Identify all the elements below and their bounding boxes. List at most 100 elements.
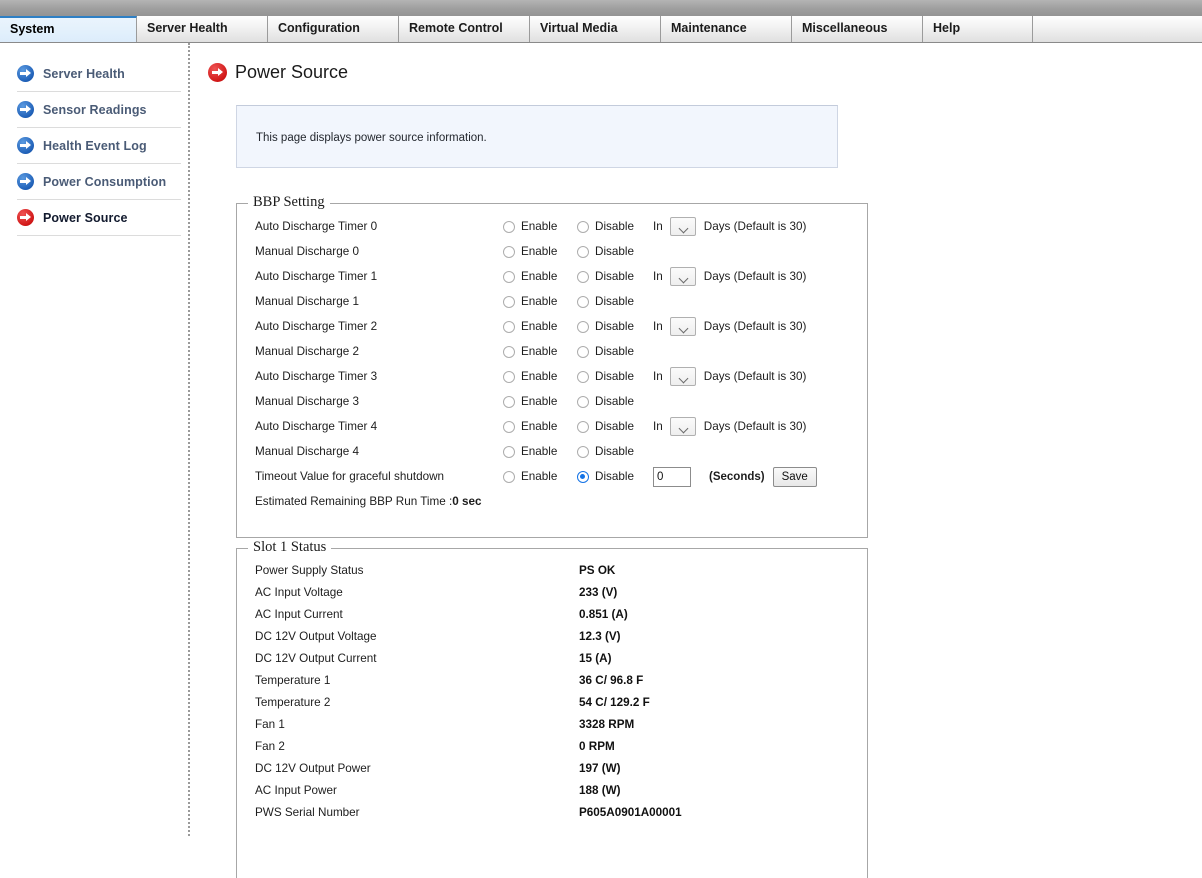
- bbp-disable-radio[interactable]: [577, 245, 589, 258]
- bbp-enable-option[interactable]: Enable: [503, 245, 577, 258]
- bbp-enable-radio[interactable]: [503, 395, 515, 408]
- bbp-enable-radio[interactable]: [503, 270, 515, 283]
- bbp-enable-option[interactable]: Enable: [503, 220, 577, 233]
- sidebar-item-label: Health Event Log: [43, 138, 147, 153]
- bbp-disable-radio[interactable]: [577, 320, 589, 333]
- sidebar-item-server-health[interactable]: Server Health: [17, 56, 181, 92]
- bbp-days-label: Days (Default is 30): [703, 370, 807, 383]
- bbp-disable-option[interactable]: Disable: [577, 270, 653, 283]
- bbp-disable-radio[interactable]: [577, 395, 589, 408]
- bbp-disable-label: Disable: [595, 445, 634, 458]
- timeout-value-input[interactable]: [653, 466, 691, 487]
- bbp-disable-radio[interactable]: [577, 445, 589, 458]
- arrow-circle-icon: [17, 137, 34, 154]
- bbp-enable-option[interactable]: Enable: [503, 345, 577, 358]
- bbp-enable-radio[interactable]: [503, 295, 515, 308]
- bbp-row-label: Manual Discharge 3: [255, 395, 359, 408]
- bbp-enable-radio[interactable]: [503, 245, 515, 258]
- main-content: Power Source This page displays power so…: [192, 43, 1202, 878]
- slot-status-value: PS OK: [579, 563, 616, 577]
- bbp-in-label: In: [653, 320, 663, 333]
- bbp-enable-radio[interactable]: [503, 445, 515, 458]
- bbp-enable-radio[interactable]: [503, 220, 515, 233]
- bbp-disable-option[interactable]: Disable: [577, 445, 653, 458]
- sidebar-item-power-consumption[interactable]: Power Consumption: [17, 164, 181, 200]
- slot-status-value: 0 RPM: [579, 739, 615, 753]
- slot-status-row: AC Input Current 0.851 (A): [237, 603, 867, 625]
- sidebar-item-health-event-log[interactable]: Health Event Log: [17, 128, 181, 164]
- tab-server-health[interactable]: Server Health: [137, 16, 268, 42]
- timeout-disable-radio[interactable]: [577, 470, 589, 483]
- tab-help[interactable]: Help: [923, 16, 1033, 42]
- timeout-units-label: (Seconds): [709, 470, 765, 483]
- bbp-enable-radio[interactable]: [503, 345, 515, 358]
- bbp-disable-option[interactable]: Disable: [577, 370, 653, 383]
- bbp-disable-radio[interactable]: [577, 345, 589, 358]
- slot-status-row: AC Input Voltage 233 (V): [237, 581, 867, 603]
- bbp-row: Auto Discharge Timer 4 Enable Disable In Day…: [237, 414, 867, 439]
- slot-status-row: Temperature 1 36 C/ 96.8 F: [237, 669, 867, 691]
- bbp-disable-radio[interactable]: [577, 420, 589, 433]
- slot-status-label: DC 12V Output Current: [255, 651, 377, 665]
- bbp-days-select[interactable]: [669, 217, 696, 236]
- bbp-row-label: Auto Discharge Timer 0: [255, 220, 378, 233]
- slot-status-value: 233 (V): [579, 585, 618, 599]
- bbp-disable-option[interactable]: Disable: [577, 320, 653, 333]
- timeout-enable-radio[interactable]: [503, 470, 515, 483]
- tab-remote-control[interactable]: Remote Control: [399, 16, 530, 42]
- timeout-enable-option[interactable]: Enable: [503, 470, 577, 483]
- bbp-enable-label: Enable: [521, 270, 558, 283]
- tab-miscellaneous[interactable]: Miscellaneous: [792, 16, 923, 42]
- sidebar-item-label: Server Health: [43, 66, 125, 81]
- sidebar-item-sensor-readings[interactable]: Sensor Readings: [17, 92, 181, 128]
- bbp-disable-option[interactable]: Disable: [577, 395, 653, 408]
- tab-maintenance[interactable]: Maintenance: [661, 16, 792, 42]
- tab-system[interactable]: System: [0, 16, 137, 42]
- top-gradient-bar: [0, 0, 1202, 16]
- slot-status-row: DC 12V Output Current 15 (A): [237, 647, 867, 669]
- bbp-enable-option[interactable]: Enable: [503, 295, 577, 308]
- bbp-enable-label: Enable: [521, 295, 558, 308]
- bbp-enable-option[interactable]: Enable: [503, 320, 577, 333]
- bbp-enable-option[interactable]: Enable: [503, 395, 577, 408]
- slot-status-label: DC 12V Output Voltage: [255, 629, 377, 643]
- bbp-disable-radio[interactable]: [577, 270, 589, 283]
- bbp-days-select[interactable]: [669, 267, 696, 286]
- tab-virtual-media[interactable]: Virtual Media: [530, 16, 661, 42]
- bbp-disable-option[interactable]: Disable: [577, 220, 653, 233]
- bbp-disable-option[interactable]: Disable: [577, 345, 653, 358]
- info-banner-text: This page displays power source informat…: [256, 132, 487, 144]
- bbp-enable-radio[interactable]: [503, 370, 515, 383]
- bbp-in-label: In: [653, 220, 663, 233]
- timeout-disable-option[interactable]: Disable: [577, 470, 653, 483]
- save-button[interactable]: Save: [772, 466, 817, 487]
- bbp-disable-option[interactable]: Disable: [577, 295, 653, 308]
- slot-status-value: 15 (A): [579, 651, 612, 665]
- bbp-days-select[interactable]: [669, 417, 696, 436]
- info-banner: This page displays power source informat…: [236, 105, 838, 168]
- sidebar-item-label: Sensor Readings: [43, 102, 147, 117]
- bbp-enable-option[interactable]: Enable: [503, 370, 577, 383]
- bbp-enable-option[interactable]: Enable: [503, 420, 577, 433]
- bbp-runtime-row: Estimated Remaining BBP Run Time : 0 sec: [237, 489, 867, 513]
- bbp-enable-option[interactable]: Enable: [503, 445, 577, 458]
- bbp-enable-label: Enable: [521, 395, 558, 408]
- slot-status-row: DC 12V Output Power 197 (W): [237, 757, 867, 779]
- bbp-enable-option[interactable]: Enable: [503, 270, 577, 283]
- bbp-row: Auto Discharge Timer 0 Enable Disable In Day…: [237, 214, 867, 239]
- bbp-enable-label: Enable: [521, 320, 558, 333]
- bbp-days-select[interactable]: [669, 367, 696, 386]
- bbp-days-select[interactable]: [669, 317, 696, 336]
- bbp-disable-radio[interactable]: [577, 370, 589, 383]
- bbp-disable-option[interactable]: Disable: [577, 420, 653, 433]
- tab-configuration[interactable]: Configuration: [268, 16, 399, 42]
- bbp-enable-radio[interactable]: [503, 420, 515, 433]
- bbp-disable-option[interactable]: Disable: [577, 245, 653, 258]
- bbp-disable-radio[interactable]: [577, 295, 589, 308]
- slot-status-label: Temperature 2: [255, 695, 331, 709]
- bbp-runtime-label: Estimated Remaining BBP Run Time :: [255, 494, 453, 508]
- bbp-disable-radio[interactable]: [577, 220, 589, 233]
- sidebar-item-power-source[interactable]: Power Source: [17, 200, 181, 236]
- sidebar-item-label: Power Source: [43, 210, 128, 225]
- bbp-enable-radio[interactable]: [503, 320, 515, 333]
